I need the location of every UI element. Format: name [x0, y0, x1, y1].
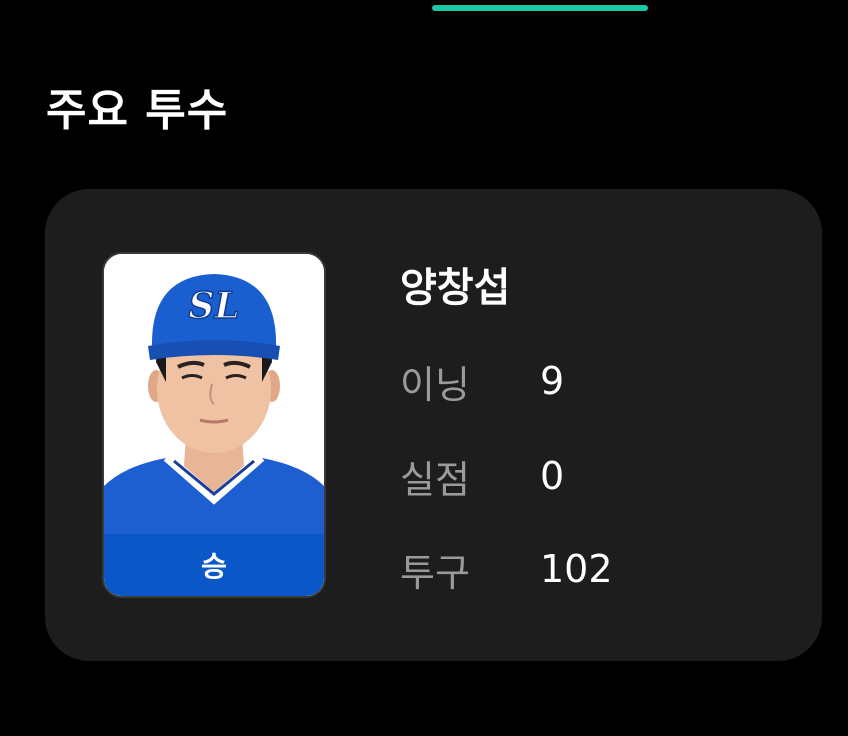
stat-value: 0	[540, 454, 565, 498]
section-title: 주요 투수	[46, 85, 229, 136]
stat-label: 실점	[400, 457, 470, 502]
page: 주요 투수 SL 승 양창섭 이닝 9 실점 0 투구 102	[0, 0, 848, 736]
stat-value: 9	[540, 359, 565, 403]
stat-row-innings: 이닝 9	[400, 356, 565, 407]
cap-logo-text: SL	[188, 285, 239, 327]
stat-row-pitches: 투구 102	[400, 544, 613, 595]
player-photo: SL 승	[102, 252, 326, 598]
stat-label: 이닝	[400, 362, 470, 407]
pitcher-card[interactable]: SL 승 양창섭 이닝 9 실점 0 투구 102	[45, 189, 822, 661]
stat-row-runs: 실점 0	[400, 451, 565, 502]
result-badge: 승	[104, 534, 324, 596]
tab-indicator	[432, 5, 648, 11]
stat-label: 투구	[400, 550, 470, 595]
player-portrait-image: SL	[104, 254, 324, 536]
stat-value: 102	[540, 547, 613, 591]
player-name[interactable]: 양창섭	[400, 255, 510, 313]
